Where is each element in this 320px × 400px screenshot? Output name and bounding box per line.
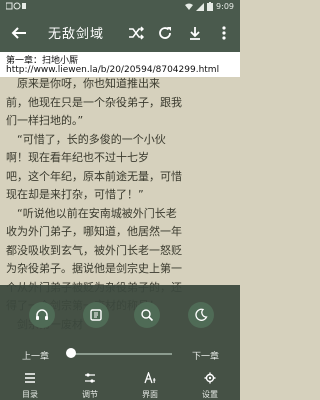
notification-icons xyxy=(5,2,26,10)
nav-item-label: 调节 xyxy=(82,390,98,399)
content-line: 吧，这个年纪，原本前途无量，可惜 xyxy=(6,169,182,183)
chapter-progress-track[interactable] xyxy=(68,353,172,355)
battery-icon xyxy=(207,2,214,11)
app-bar: 无敌剑域 xyxy=(0,14,240,52)
content-line: 啊！现在看年纪也不过十七岁 xyxy=(6,151,149,164)
status-bar: 9:09 xyxy=(0,0,240,14)
status-time: 9:09 xyxy=(216,2,234,11)
content-line: 前，他现在只是一个杂役弟子，跟我 xyxy=(6,95,182,109)
nav-item-toc[interactable]: 目录 xyxy=(0,369,60,400)
night-mode-button[interactable] xyxy=(188,302,214,328)
headphones-icon xyxy=(36,309,48,320)
search-replace-button[interactable] xyxy=(134,302,160,328)
wifi-icon xyxy=(185,3,194,10)
status-notification-icons xyxy=(5,2,26,12)
chapter-progress-thumb[interactable] xyxy=(66,348,76,358)
nav-item-label: 设置 xyxy=(202,390,218,399)
content-line: “可惜了，长的多俊的一个小伙 xyxy=(6,132,166,146)
auto-page-button[interactable] xyxy=(83,302,109,328)
listen-button[interactable] xyxy=(29,302,55,328)
moon-icon xyxy=(195,308,208,321)
nav-item-label: 目录 xyxy=(22,390,38,399)
signal-icon xyxy=(196,2,205,11)
prev-chapter-button[interactable]: 上一章 xyxy=(22,349,49,362)
content-line: 们一样扫地的。” xyxy=(6,114,84,127)
download-icon[interactable] xyxy=(187,25,203,41)
nav-item-label: 界面 xyxy=(142,390,158,399)
bottom-nav: 目录 调节 界面 设置 xyxy=(0,369,240,400)
book-title: 无敌剑域 xyxy=(48,27,105,42)
next-chapter-button[interactable]: 下一章 xyxy=(192,349,219,362)
content-line: “听说他以前在安南城被外门长老 xyxy=(6,206,177,220)
gear-icon xyxy=(204,372,216,384)
search-replace-icon xyxy=(141,309,154,322)
content-line: 为杂役弟子。据说他是剑宗史上第一 xyxy=(6,262,182,275)
nav-item-adjust[interactable]: 调节 xyxy=(60,369,120,400)
source-url[interactable]: http://www.liewen.la/b/20/20594/8704299.… xyxy=(6,65,219,75)
content-line: 现在却是来打杂，可惜了！” xyxy=(6,188,144,201)
chapter-source-bar[interactable]: 第一章：扫地小厮 http://www.liewen.la/b/20/20594… xyxy=(0,52,240,77)
auto-flip-icon xyxy=(90,309,102,321)
content-line: 都没吸收到玄气，被外门长老一怒贬 xyxy=(6,243,182,257)
content-line: 原来是你呀，你也知道推出来 xyxy=(6,77,160,90)
shuffle-source-icon[interactable] xyxy=(128,25,144,41)
menu-list-icon xyxy=(25,373,35,383)
sliders-icon xyxy=(85,373,95,383)
font-icon xyxy=(144,372,156,384)
refresh-icon[interactable] xyxy=(157,25,173,41)
back-arrow-icon[interactable] xyxy=(10,24,28,42)
more-options-icon[interactable] xyxy=(216,25,232,41)
nav-item-settings[interactable]: 设置 xyxy=(180,369,240,400)
nav-item-interface[interactable]: 界面 xyxy=(120,369,180,400)
content-line: 收为外门弟子，哪知道，他居然一年 xyxy=(6,225,182,238)
